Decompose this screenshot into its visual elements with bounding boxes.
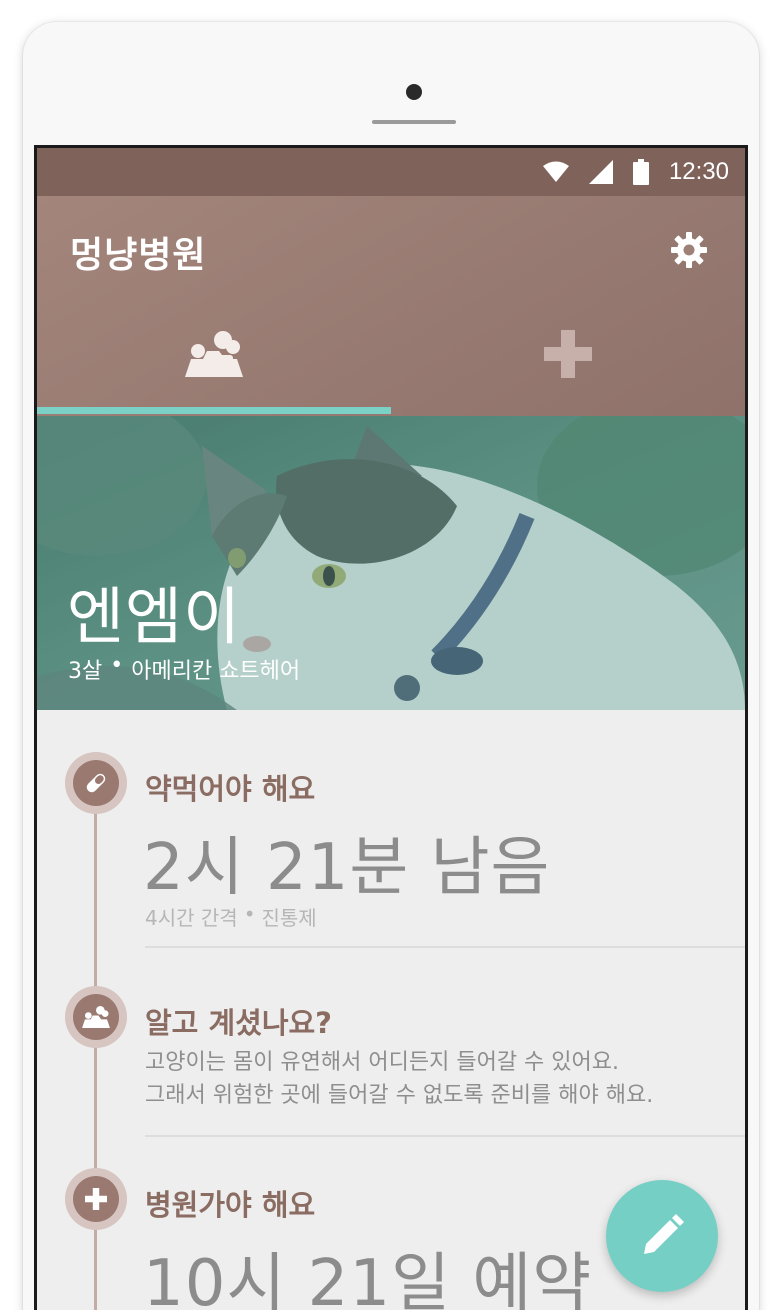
device-screen: 12:30 멍냥병원 엔엠이 3살 • 아메리칸 쇼트헤어 약먹어야 해요 2시… xyxy=(34,145,748,1310)
timeline-node-medicine-inner xyxy=(73,760,119,806)
pet-info: 3살 • 아메리칸 쇼트헤어 xyxy=(68,653,300,685)
edit-fab-button[interactable] xyxy=(606,1180,718,1292)
pet-breed: 아메리칸 쇼트헤어 xyxy=(131,659,301,684)
status-clock: 12:30 xyxy=(668,158,729,185)
hospital-title: 병원가야 해요 xyxy=(145,1188,316,1222)
pill-icon xyxy=(86,773,106,793)
app-title: 멍냥병원 xyxy=(70,235,207,276)
status-icons: 12:30 xyxy=(542,148,729,196)
pet-age: 3살 xyxy=(68,659,103,684)
tab-indicator xyxy=(37,407,391,414)
app-screen: 12:30 멍냥병원 엔엠이 3살 • 아메리칸 쇼트헤어 약먹어야 해요 2시… xyxy=(37,148,745,1310)
app-bar: 멍냥병원 xyxy=(37,196,745,416)
pet-name: 엔엠이 xyxy=(67,580,242,653)
medicine-name: 진통제 xyxy=(261,906,317,930)
timeline-node-hospital-inner xyxy=(73,1176,119,1222)
medicine-time-remaining: 2시 21분 남음 xyxy=(143,831,551,905)
cellular-signal-icon xyxy=(588,160,613,184)
timeline-node-tip xyxy=(65,986,127,1048)
pets-icon xyxy=(185,331,243,377)
plus-icon xyxy=(85,1188,107,1210)
timeline-node-medicine xyxy=(65,752,127,814)
tab-hospital[interactable] xyxy=(391,306,745,402)
pets-icon xyxy=(82,1005,110,1029)
medicine-interval: 4시간 간격 xyxy=(145,906,238,930)
medicine-title: 약먹어야 해요 xyxy=(145,772,316,806)
front-camera xyxy=(406,84,422,100)
medicine-details: 4시간 간격 • 진통제 xyxy=(145,902,317,931)
plus-icon xyxy=(544,330,592,378)
timeline-divider xyxy=(145,946,745,948)
pet-hero-image: 엔엠이 3살 • 아메리칸 쇼트헤어 xyxy=(37,416,745,710)
timeline-divider xyxy=(145,1135,745,1137)
tip-title: 알고 계셨나요? xyxy=(145,1006,332,1040)
timeline-node-tip-inner xyxy=(73,994,119,1040)
earpiece-speaker xyxy=(372,120,456,124)
status-bar: 12:30 xyxy=(37,148,745,196)
hospital-appointment: 10시 21일 예약 xyxy=(143,1247,593,1310)
pencil-icon xyxy=(644,1214,684,1254)
tip-line-1: 고양이는 몸이 유연해서 어디든지 들어갈 수 있어요. xyxy=(145,1050,619,1075)
gear-icon xyxy=(671,232,707,268)
timeline-node-hospital xyxy=(65,1168,127,1230)
battery-icon xyxy=(632,159,649,185)
tab-pets[interactable] xyxy=(37,306,391,402)
medicine-separator: • xyxy=(243,902,256,926)
tip-line-2: 그래서 위험한 곳에 들어갈 수 없도록 준비를 해야 해요. xyxy=(145,1083,654,1108)
wifi-icon xyxy=(542,161,569,182)
pet-info-separator: • xyxy=(110,653,124,678)
settings-button[interactable] xyxy=(669,230,709,270)
